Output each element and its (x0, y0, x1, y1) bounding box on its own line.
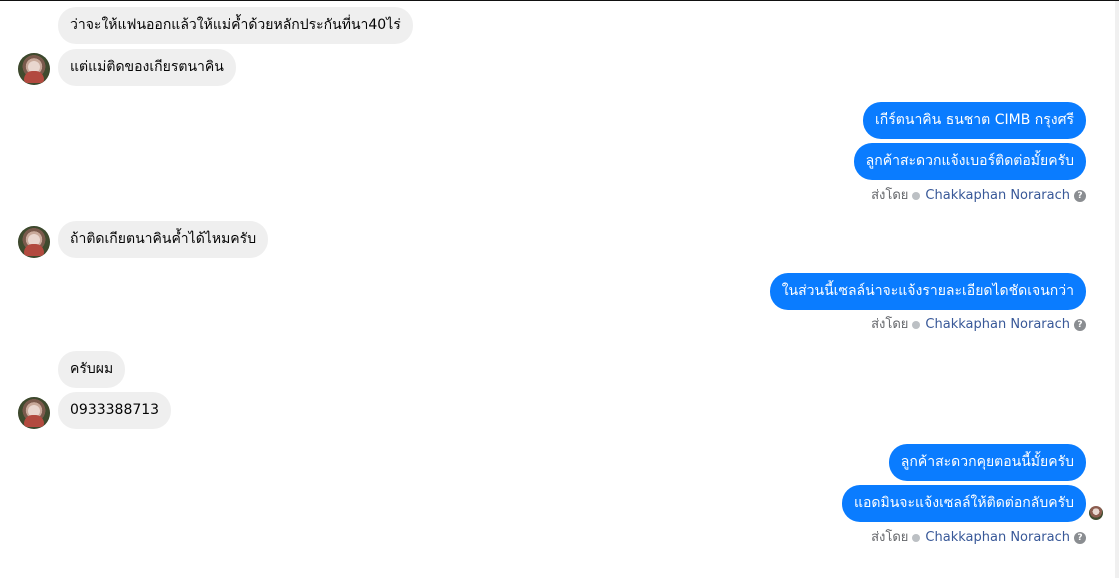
sent-by-prefix: ส่งโดย (871, 530, 909, 545)
outgoing-message: ลูกค้าสะดวกคุยตอนนี้มั้ยครับ (888, 444, 1086, 481)
outgoing-message: แอดมินจะแจ้งเซลล์ให้ติดต่อกลับครับ (841, 485, 1086, 522)
outgoing-message: ในส่วนนี้เซลล์น่าจะแจ้งรายละเอียดไดชัดเจ… (769, 273, 1086, 310)
outgoing-message: เกีร์ตนาคิน ธนชาต CIMB กรุงศรี (863, 102, 1086, 139)
scrollbar[interactable] (1115, 1, 1119, 578)
sent-by-label: ส่งโดย Chakkaphan Norarach ? (871, 317, 1086, 333)
sent-by-prefix: ส่งโดย (871, 317, 909, 332)
help-icon[interactable]: ? (1074, 319, 1086, 331)
check-icon (912, 192, 921, 200)
help-icon[interactable]: ? (1074, 532, 1086, 544)
help-icon[interactable]: ? (1074, 190, 1086, 202)
check-icon (912, 321, 921, 329)
outgoing-message: ลูกค้าสะดวกแจ้งเบอร์ติดต่อมั้ยครับ (853, 143, 1086, 180)
sent-by-label: ส่งโดย Chakkaphan Norarach ? (871, 188, 1086, 204)
seen-avatar (1089, 506, 1103, 520)
incoming-message: ถ้าติดเกียตนาคินค้ำได้ไหมครับ (58, 221, 269, 258)
incoming-message: ว่าจะให้แฟนออกแล้วให้แม่ค้ำด้วยหลักประกั… (58, 7, 413, 44)
contact-avatar[interactable] (18, 397, 50, 429)
check-icon (912, 534, 921, 542)
incoming-message: ครับผม (58, 351, 126, 388)
sender-name-link[interactable]: Chakkaphan Norarach (925, 530, 1070, 546)
incoming-message: 0933388713 (58, 392, 172, 429)
contact-avatar[interactable] (18, 226, 50, 258)
sent-by-prefix: ส่งโดย (871, 188, 909, 203)
sender-name-link[interactable]: Chakkaphan Norarach (925, 317, 1070, 333)
contact-avatar[interactable] (18, 53, 50, 85)
sent-by-label: ส่งโดย Chakkaphan Norarach ? (871, 530, 1086, 546)
sender-name-link[interactable]: Chakkaphan Norarach (925, 188, 1070, 204)
incoming-message: แต่แม่ติดของเกียรตนาคิน (58, 49, 236, 86)
